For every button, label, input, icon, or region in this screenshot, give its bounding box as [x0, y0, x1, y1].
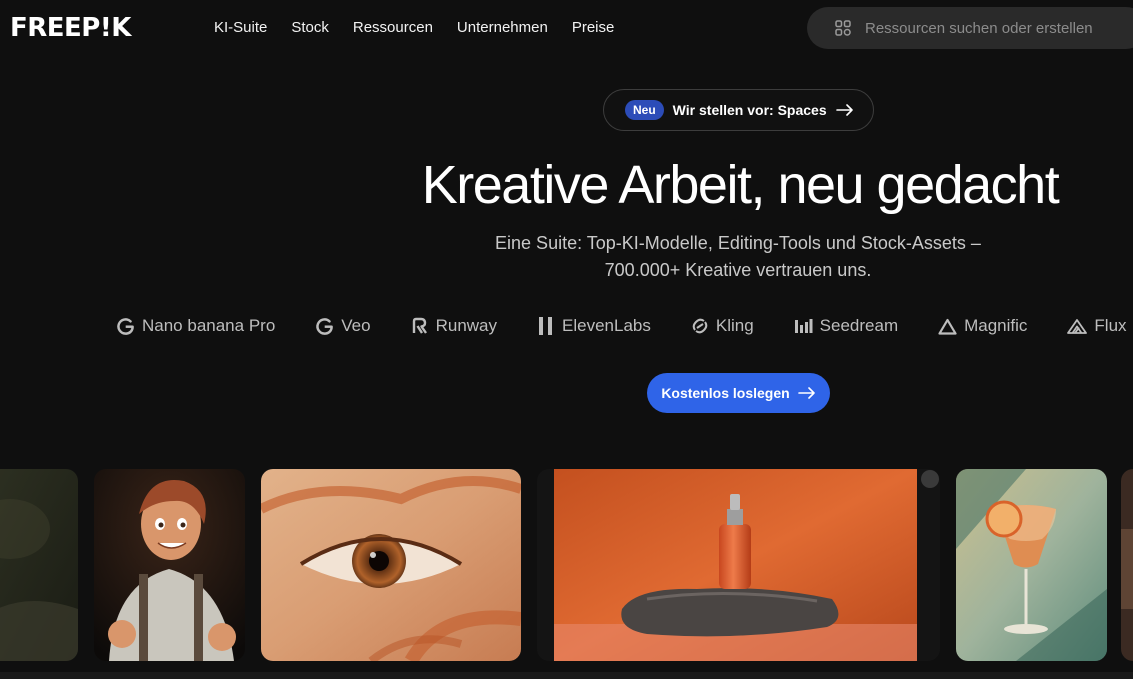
hero-title: Kreative Arbeit, neu gedacht: [421, 155, 1060, 215]
model-nano-banana-pro: Nano banana Pro: [116, 316, 275, 336]
announcement-pill[interactable]: Neu Wir stellen vor: Spaces: [603, 89, 874, 131]
model-label: Nano banana Pro: [142, 316, 276, 335]
gallery-image-partial[interactable]: [1121, 469, 1133, 661]
announcement-text: Wir stellen vor: Spaces: [672, 102, 827, 118]
cocktail-image: [956, 469, 1107, 661]
nav-item-preise[interactable]: Preise: [572, 18, 615, 38]
hero-subtitle-line-1: Eine Suite: Top-KI-Modelle, Editing-Tool…: [495, 233, 981, 253]
nav-item-stock[interactable]: Stock: [291, 18, 329, 38]
gallery-image-eye-closeup[interactable]: [261, 469, 521, 661]
model-label: Kling: [715, 316, 754, 335]
landscape-image: [0, 469, 78, 661]
runway-icon: [412, 317, 427, 334]
model-seedream: Seedream: [794, 316, 898, 336]
page: FREEP!K KI-Suite Stock Ressourcen Untern…: [0, 0, 1133, 679]
search-bar[interactable]: [807, 7, 1133, 49]
magnific-icon: [938, 318, 957, 335]
kling-icon: [692, 318, 708, 334]
model-label: Flux: [1094, 316, 1127, 335]
header: FREEP!K KI-Suite Stock Ressourcen Untern…: [0, 0, 1133, 56]
gallery-image-landscape[interactable]: [0, 469, 78, 661]
arrow-right-icon: [835, 104, 853, 116]
gallery-image-cocktail[interactable]: [956, 469, 1107, 661]
model-kling: Kling: [691, 316, 754, 336]
get-started-button[interactable]: Kostenlos loslegen: [647, 373, 830, 413]
model-label: Veo: [341, 316, 371, 335]
flux-icon: [1067, 318, 1088, 334]
model-flux: Flux: [1067, 316, 1127, 336]
grid-icon: [835, 20, 851, 36]
gallery-image-product-bottle[interactable]: [537, 469, 940, 661]
nav-item-ressourcen[interactable]: Ressourcen: [353, 18, 433, 38]
model-label: Runway: [435, 316, 498, 335]
get-started-label: Kostenlos loslegen: [661, 385, 790, 401]
model-runway: Runway: [411, 316, 497, 336]
hero-subtitle-line-2: 700.000+ Kreative vertrauen uns.: [604, 260, 872, 280]
search-input[interactable]: [865, 19, 1125, 37]
gallery-next-row: [0, 672, 1133, 679]
arrow-right-icon: [797, 387, 815, 399]
model-logos: Nano banana Pro Veo Runway ElevenLabs Kl…: [116, 316, 1127, 336]
model-veo: Veo: [315, 316, 371, 336]
freepik-logo[interactable]: FREEP!K: [10, 14, 131, 42]
eye-closeup-image: [261, 469, 521, 661]
google-icon: [117, 317, 134, 335]
nav-item-ki-suite[interactable]: KI-Suite: [214, 18, 267, 38]
model-label: ElevenLabs: [562, 316, 651, 335]
google-icon: [316, 317, 334, 335]
model-label: Magnific: [964, 316, 1028, 335]
elevenlabs-icon: [539, 317, 553, 335]
model-label: Seedream: [819, 316, 899, 335]
hero-subtitle: Eine Suite: Top-KI-Modelle, Editing-Tool…: [420, 230, 1056, 284]
model-magnific: Magnific: [938, 316, 1027, 336]
cartoon-character-image: [94, 469, 245, 661]
model-elevenlabs: ElevenLabs: [537, 316, 651, 336]
gallery-image-cartoon-character[interactable]: [94, 469, 245, 661]
main-nav: KI-Suite Stock Ressourcen Unternehmen Pr…: [214, 18, 614, 38]
seedream-icon: [794, 319, 813, 333]
partial-image: [1121, 469, 1133, 661]
product-bottle-image: [537, 469, 940, 661]
nav-item-unternehmen[interactable]: Unternehmen: [457, 18, 548, 38]
new-badge: Neu: [625, 100, 664, 120]
